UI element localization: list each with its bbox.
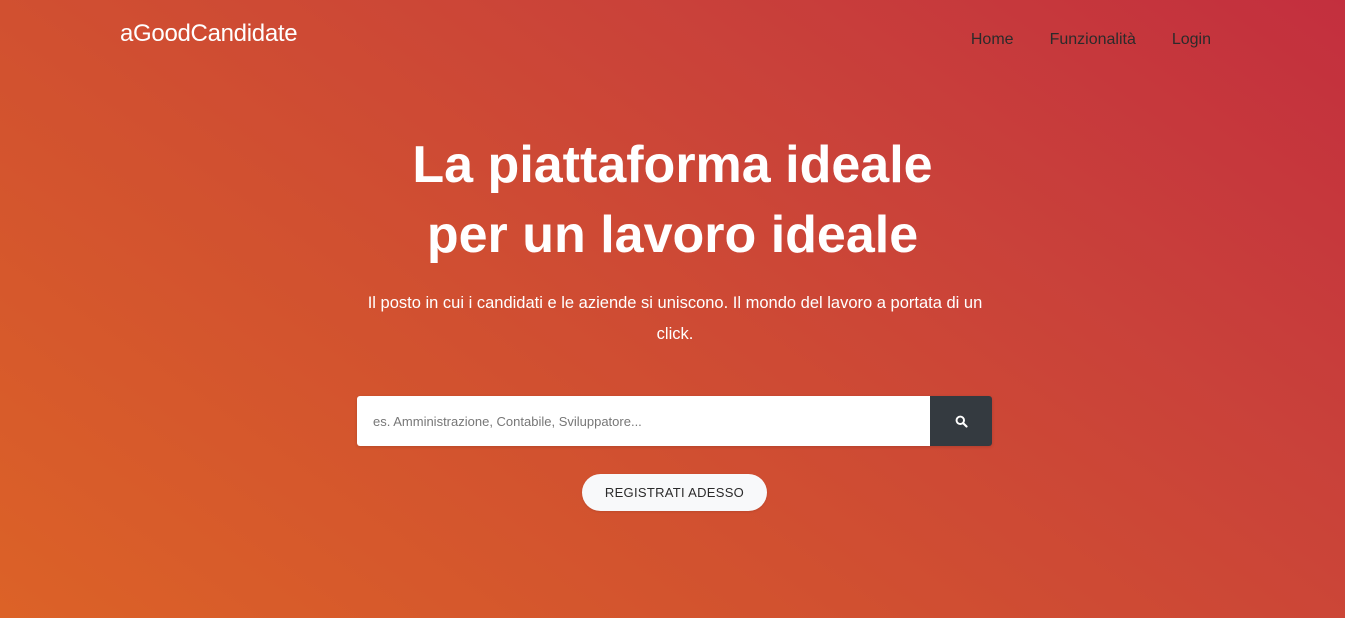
search-button[interactable] [930, 396, 992, 446]
search-form [357, 396, 992, 446]
nav-item-login[interactable]: Login [1172, 31, 1211, 49]
hero-title-line-2: per un lavoro ideale [426, 206, 919, 264]
brand-logo[interactable]: aGoodCandidate [120, 20, 298, 48]
hero-title: La piattaforma ideale per un lavoro idea… [0, 130, 1345, 270]
search-input[interactable] [357, 396, 930, 446]
hero-subtitle: Il posto in cui i candidati e le aziende… [367, 294, 983, 343]
search-icon [955, 415, 968, 428]
hero-title-line-1: La piattaforma ideale [412, 136, 933, 194]
register-button[interactable]: REGISTRATI ADESSO [582, 474, 767, 511]
nav-item-home[interactable]: Home [971, 31, 1014, 49]
nav-item-features[interactable]: Funzionalità [1050, 31, 1136, 49]
main-nav: Home Funzionalità Login [971, 31, 1211, 49]
